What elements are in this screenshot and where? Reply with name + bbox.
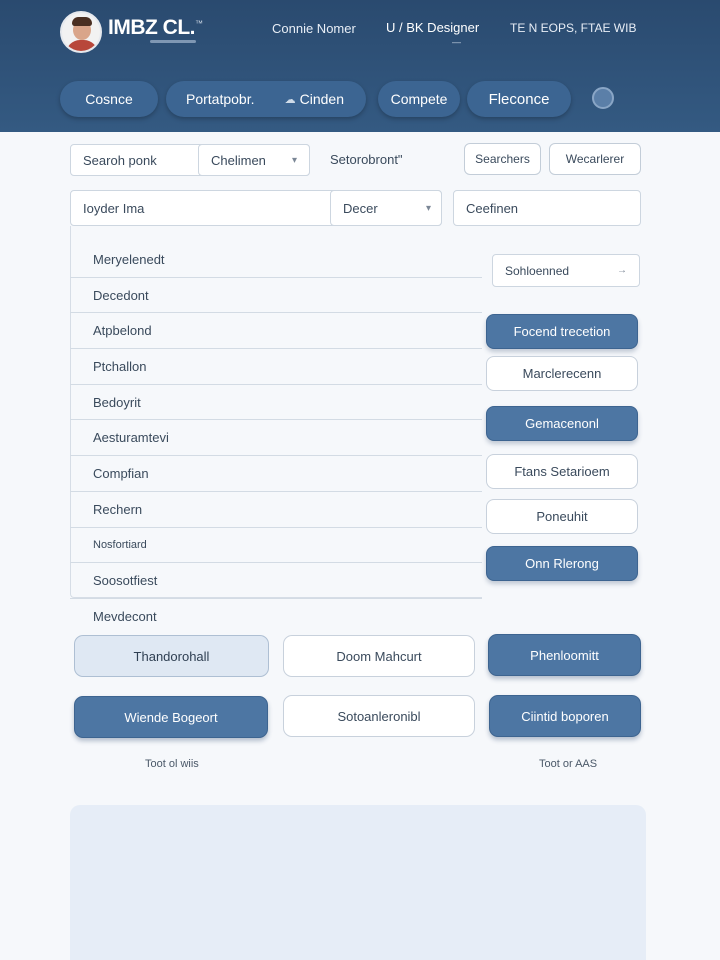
brand-logo: IMBZ CL.™ (108, 16, 203, 39)
list-item[interactable]: Compfian (70, 456, 482, 492)
action-button[interactable]: Ciintid boporen (489, 695, 641, 737)
location-field[interactable]: Ceefinen (453, 190, 641, 226)
side-action-button[interactable]: Onn Rlerong (486, 546, 638, 581)
footer-note-left: Toot ol wiis (145, 758, 199, 770)
settings-icon[interactable] (592, 87, 614, 109)
action-button[interactable]: Thandorohall (74, 635, 269, 677)
list-item[interactable]: Soosotfiest (70, 563, 482, 599)
list-item[interactable]: Mevdecont (70, 599, 482, 635)
brand-tagline-bar (150, 40, 196, 43)
action-button[interactable]: Phenloomitt (488, 634, 641, 676)
action-button[interactable]: Wiende Bogeort (74, 696, 268, 738)
profile-role: U / BK Designer (386, 20, 480, 35)
arrow-right-icon: → (617, 265, 627, 276)
list-item[interactable]: Atpbelond (70, 313, 482, 350)
nav-label: Cinden (299, 91, 344, 107)
nav-label: Fleconce (488, 90, 550, 108)
side-action-button[interactable]: Marclerecenn (486, 356, 638, 391)
nav-group: Portatpobr. ☁ Cinden (166, 81, 366, 117)
list-item[interactable]: Ptchallon (70, 349, 482, 385)
nav-item-0[interactable]: Cosnce (60, 81, 158, 117)
side-action-button[interactable]: Focend trecetion (486, 314, 638, 349)
list-item[interactable]: Aesturamtevi (70, 420, 482, 457)
search-label: Searoh ponk (83, 152, 157, 168)
profile-role-sub: — (452, 37, 461, 47)
action-button[interactable]: Doom Mahcurt (283, 635, 475, 677)
chevron-down-icon: ▾ (291, 154, 297, 166)
list-item[interactable]: Nosfortiard (70, 528, 482, 564)
nav-item-1[interactable]: Portatpobr. (186, 91, 255, 107)
item-list: Meryelenedt Decedont Atpbelond Ptchallon… (70, 242, 482, 635)
nav-item-3[interactable]: Compete (378, 81, 460, 117)
list-item[interactable]: Decedont (70, 278, 482, 314)
action-button[interactable]: Sotoanleronibl (283, 695, 475, 737)
side-action-button[interactable]: Poneuhit (486, 499, 638, 534)
sort-label: Setorobront" (330, 152, 403, 167)
nav-label: Compete (390, 91, 448, 107)
location-label: Ceefinen (466, 200, 519, 216)
device-select[interactable]: Decer ▾ (330, 190, 442, 226)
list-item[interactable]: Rechern (70, 492, 482, 528)
header-meta: TE N EOPS, FTAE WIB (510, 21, 637, 35)
list-item[interactable]: Meryelenedt (70, 242, 482, 278)
user-avatar[interactable] (60, 11, 102, 53)
side-select-value: Sohloenned (505, 263, 570, 278)
chevron-down-icon: ▾ (425, 202, 431, 214)
side-select[interactable]: Sohloenned → (492, 254, 640, 287)
category-value: Chelimen (211, 152, 266, 168)
side-action-button[interactable]: Ftans Setarioem (486, 454, 638, 489)
category-select[interactable]: Chelimen ▾ (198, 144, 310, 176)
cloud-icon: ☁ (284, 93, 296, 106)
profile-name: Connie Nomer (272, 21, 356, 36)
top-bar: IMBZ CL.™ Connie Nomer U / BK Designer —… (0, 0, 720, 132)
nav-label: Cosnce (85, 91, 133, 107)
searchers-button[interactable]: Searchers (464, 143, 541, 175)
footer-note-right: Toot or AAS (539, 758, 598, 770)
list-item[interactable]: Bedoyrit (70, 385, 482, 421)
content-preview-area (70, 805, 646, 960)
side-action-button[interactable]: Gemacenonl (486, 406, 638, 441)
nav-item-2[interactable]: ☁ Cinden (285, 91, 344, 107)
type-label: Ioyder Ima (83, 200, 145, 216)
nav-item-4[interactable]: Fleconce (467, 81, 571, 117)
device-value: Decer (343, 200, 378, 216)
weather-button[interactable]: Wecarlerer (549, 143, 641, 175)
